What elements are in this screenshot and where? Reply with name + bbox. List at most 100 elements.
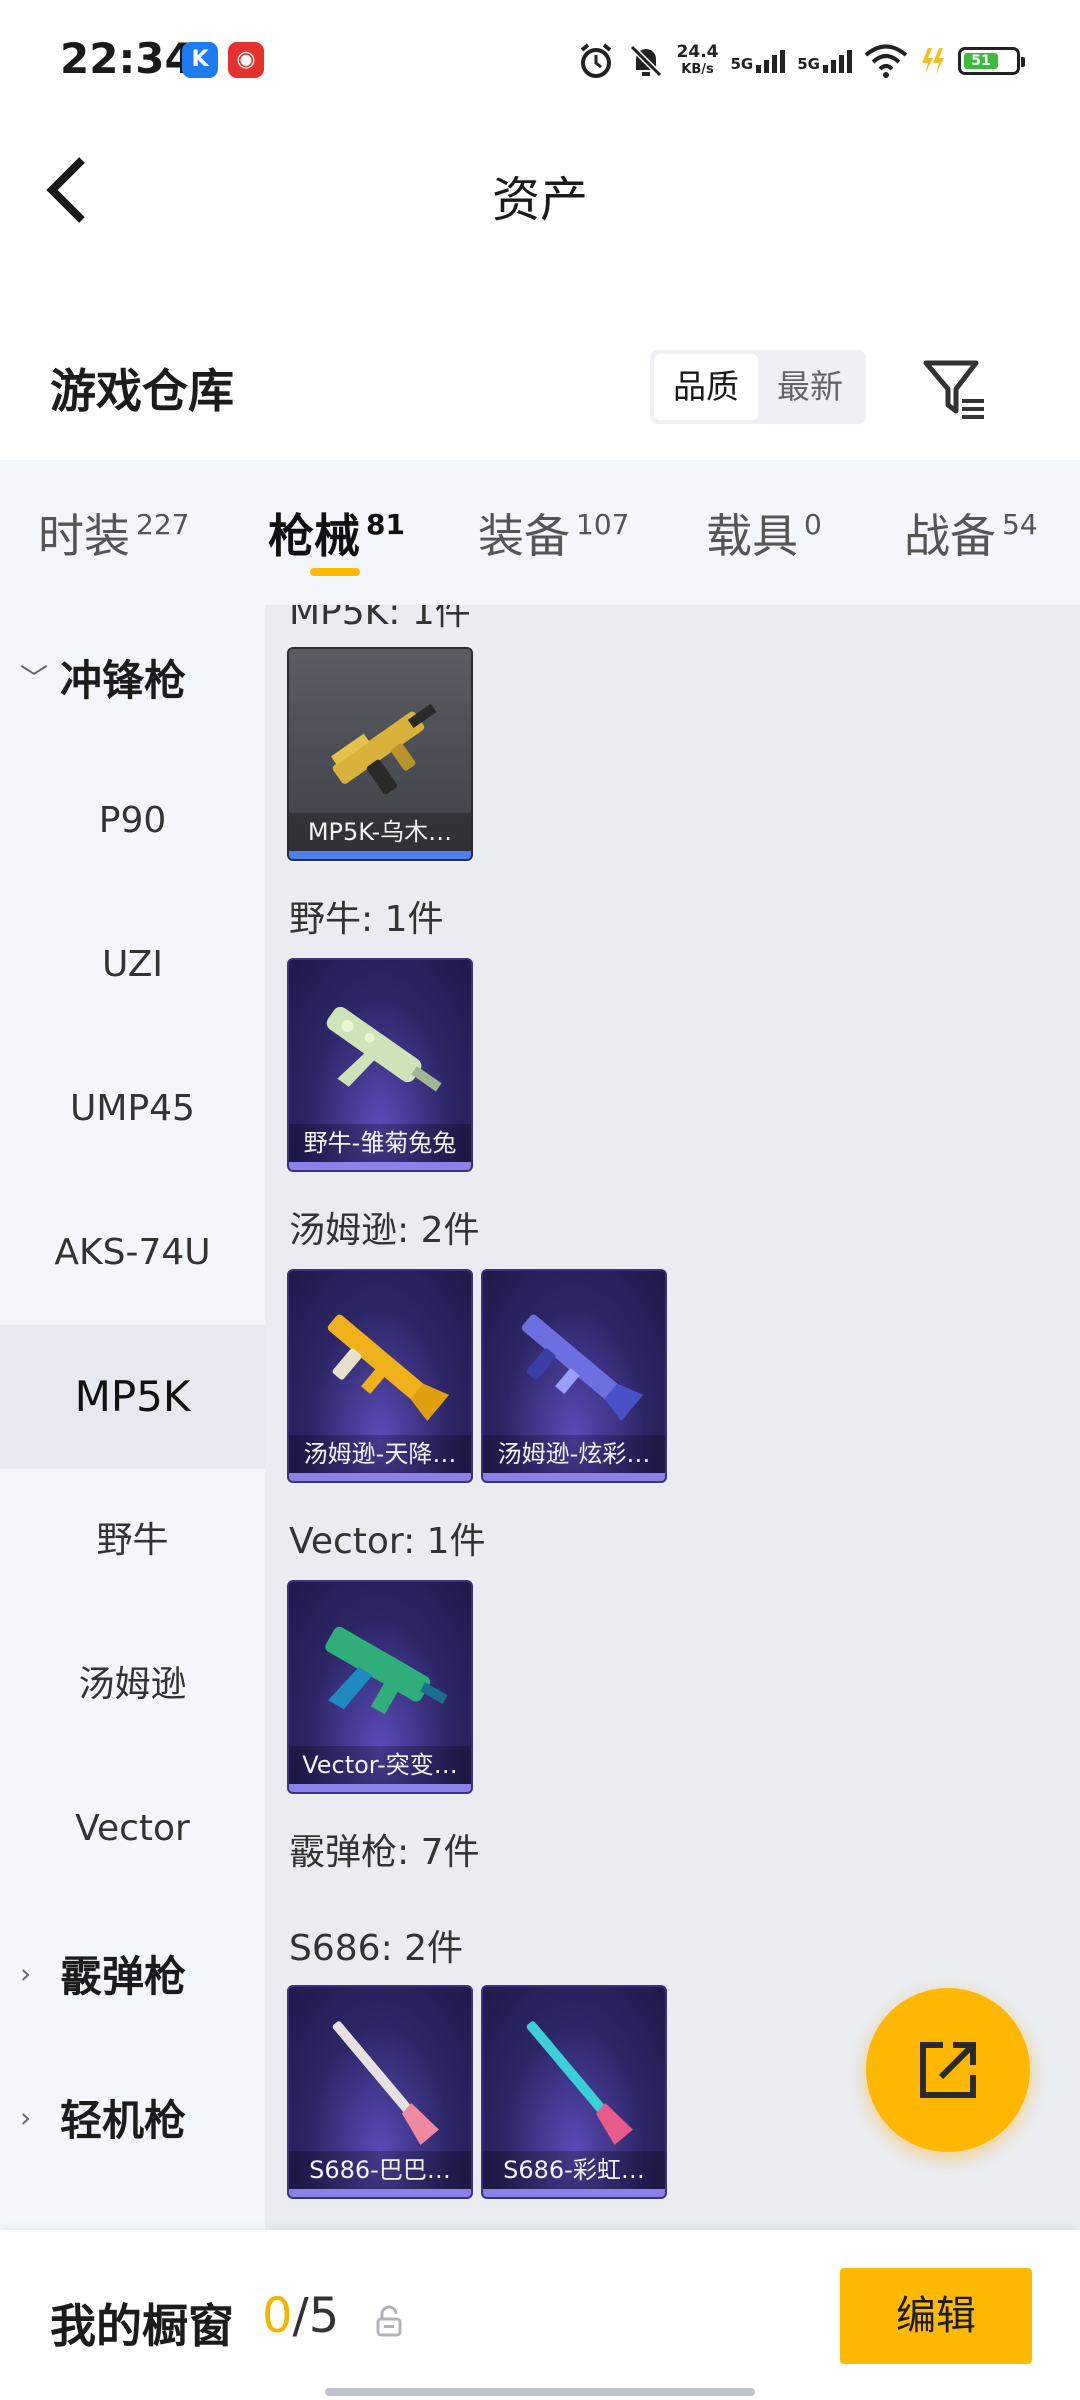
s686-skin-image — [332, 2021, 439, 2145]
sidebar-item-p90[interactable]: P90 — [0, 749, 265, 893]
tab-count: 227 — [136, 508, 190, 541]
tab-battle-gear[interactable]: 战备 54 — [904, 500, 1038, 566]
tab-label: 枪械 — [268, 509, 360, 563]
sidebar-item-ump45[interactable]: UMP45 — [0, 1037, 265, 1181]
showcase-bar: 我的橱窗 0/5 编辑 — [0, 2230, 1080, 2400]
skin-card[interactable]: 汤姆逊-天降… — [287, 1269, 473, 1483]
status-bar: 22:34 K ◉ 24.4 KB/s 5G 5G 51 — [0, 0, 1080, 120]
home-indicator[interactable] — [325, 2388, 755, 2396]
sidebar-group-label: 轻机枪 — [60, 2095, 187, 2145]
page-title: 资产 — [491, 172, 588, 228]
skin-card-name: MP5K-乌木… — [289, 813, 471, 851]
active-tab-indicator — [310, 568, 360, 576]
rarity-bar — [289, 2189, 471, 2197]
sidebar-group-label: 霰弹枪 — [60, 1951, 187, 2001]
tab-vehicles[interactable]: 载具 0 — [706, 500, 822, 566]
alarm-icon — [580, 43, 611, 78]
rarity-bar — [289, 1473, 471, 1481]
k-app-icon: K — [182, 42, 218, 78]
wifi-icon — [864, 44, 908, 78]
sort-toggle: 品质 最新 — [650, 350, 866, 424]
tab-label: 时装 — [38, 509, 130, 563]
section-label-shotgun: 霰弹枪: 7件 — [289, 1832, 480, 1873]
sim2-label: 5G — [797, 54, 820, 73]
rarity-bar — [289, 1784, 471, 1792]
battery-level: 51 — [964, 53, 998, 69]
filter-button[interactable] — [920, 355, 990, 425]
tab-count: 54 — [1002, 508, 1038, 541]
skin-card-name: 野牛-雏菊兔兔 — [289, 1124, 471, 1162]
category-tabs: 时装 227 枪械 81 装备 107 载具 0 战备 54 — [0, 460, 1080, 605]
mute-bell-icon — [629, 44, 662, 78]
vector-skin-image — [325, 1626, 448, 1715]
tab-fashion[interactable]: 时装 227 — [38, 500, 189, 566]
sidebar-item-bizon[interactable]: 野牛 — [0, 1469, 265, 1613]
section-label-vector: Vector: 1件 — [289, 1521, 486, 1562]
skin-card-name: S686-彩虹… — [483, 2151, 665, 2189]
signal-sim1: 5G — [730, 49, 786, 73]
sidebar-group-label: 冲锋枪 — [60, 655, 187, 705]
sidebar-item-uzi[interactable]: UZI — [0, 893, 265, 1037]
tab-firearms[interactable]: 枪械 81 — [268, 500, 405, 566]
sidebar-group-shotgun[interactable]: › 霰弹枪 — [0, 1901, 265, 2045]
share-external-icon — [920, 2042, 976, 2098]
charging-icon — [922, 48, 944, 74]
chevron-right-icon: › — [20, 1956, 32, 1990]
network-speed-unit: KB/s — [681, 62, 714, 77]
thompson-skin-image — [521, 1314, 644, 1421]
chevron-right-icon: › — [20, 2100, 32, 2134]
skin-card[interactable]: 野牛-雏菊兔兔 — [287, 958, 473, 1172]
sim1-label: 5G — [730, 54, 754, 73]
mp5k-skin-image — [330, 703, 437, 795]
section-label-bizon: 野牛: 1件 — [289, 899, 444, 940]
skin-card[interactable]: MP5K-乌木… — [287, 647, 473, 861]
skin-card[interactable]: S686-彩虹… — [481, 1985, 667, 2199]
skin-card-name: 汤姆逊-天降… — [289, 1435, 471, 1473]
sidebar-group-lmg[interactable]: › 轻机枪 — [0, 2045, 265, 2189]
sidebar-group-smg[interactable]: ﹀ 冲锋枪 — [0, 605, 265, 749]
skin-card-name: 汤姆逊-炫彩… — [483, 1435, 665, 1473]
sidebar-item-thompson[interactable]: 汤姆逊 — [0, 1613, 265, 1757]
network-speed: 24.4 KB/s — [677, 43, 719, 79]
section-label-s686: S686: 2件 — [289, 1928, 464, 1969]
network-speed-value: 24.4 — [676, 42, 719, 62]
tab-count: 107 — [576, 508, 630, 541]
showcase-count-total: /5 — [292, 2288, 340, 2344]
tab-label: 载具 — [706, 509, 798, 563]
sort-newest-button[interactable]: 最新 — [758, 354, 862, 420]
showcase-count: 0/5 — [262, 2288, 339, 2344]
sidebar-item-vector[interactable]: Vector — [0, 1757, 265, 1901]
rarity-bar — [289, 851, 471, 859]
rarity-bar — [289, 1162, 471, 1170]
sidebar-item-aks74u[interactable]: AKS-74U — [0, 1181, 265, 1325]
tab-label: 装备 — [478, 509, 570, 563]
filter-icon — [923, 360, 984, 419]
edit-button[interactable]: 编辑 — [840, 2268, 1032, 2364]
rarity-bar — [483, 2189, 665, 2197]
skin-card-name: Vector-突变… — [289, 1746, 471, 1784]
thompson-skin-image — [327, 1314, 450, 1421]
status-indicators: 24.4 KB/s 5G 5G 51 — [577, 36, 1025, 86]
status-time: 22:34 — [60, 34, 194, 83]
skin-card[interactable]: S686-巴巴… — [287, 1985, 473, 2199]
sort-quality-button[interactable]: 品质 — [654, 354, 758, 420]
skin-card[interactable]: Vector-突变… — [287, 1580, 473, 1794]
skin-card[interactable]: 汤姆逊-炫彩… — [481, 1269, 667, 1483]
lock-icon — [376, 2305, 402, 2337]
bizon-skin-image — [326, 1006, 442, 1092]
showcase-label: 我的橱窗 — [50, 2299, 234, 2353]
section-label-thompson: 汤姆逊: 2件 — [289, 1210, 480, 1251]
signal-sim2: 5G — [797, 49, 852, 73]
signal-bars-icon — [756, 49, 786, 73]
tab-count: 81 — [366, 508, 405, 541]
tab-label: 战备 — [904, 509, 996, 563]
showcase-count-current: 0 — [262, 2288, 293, 2344]
weapon-category-sidebar: ﹀ 冲锋枪 P90 UZI UMP45 AKS-74U MP5K 野牛 汤姆逊 … — [0, 605, 265, 2230]
share-button[interactable] — [866, 1988, 1030, 2152]
signal-bars-icon — [823, 49, 852, 73]
sidebar-item-mp5k[interactable]: MP5K — [0, 1325, 265, 1469]
tab-equipment[interactable]: 装备 107 — [478, 500, 629, 566]
weapon-skin-list: MP5K: 1件 MP5K-乌木… 野牛: 1件 野牛-雏菊兔兔 汤姆逊: 2件… — [265, 605, 1080, 2230]
section-label-mp5k: MP5K: 1件 — [289, 605, 471, 633]
tab-count: 0 — [804, 508, 822, 541]
